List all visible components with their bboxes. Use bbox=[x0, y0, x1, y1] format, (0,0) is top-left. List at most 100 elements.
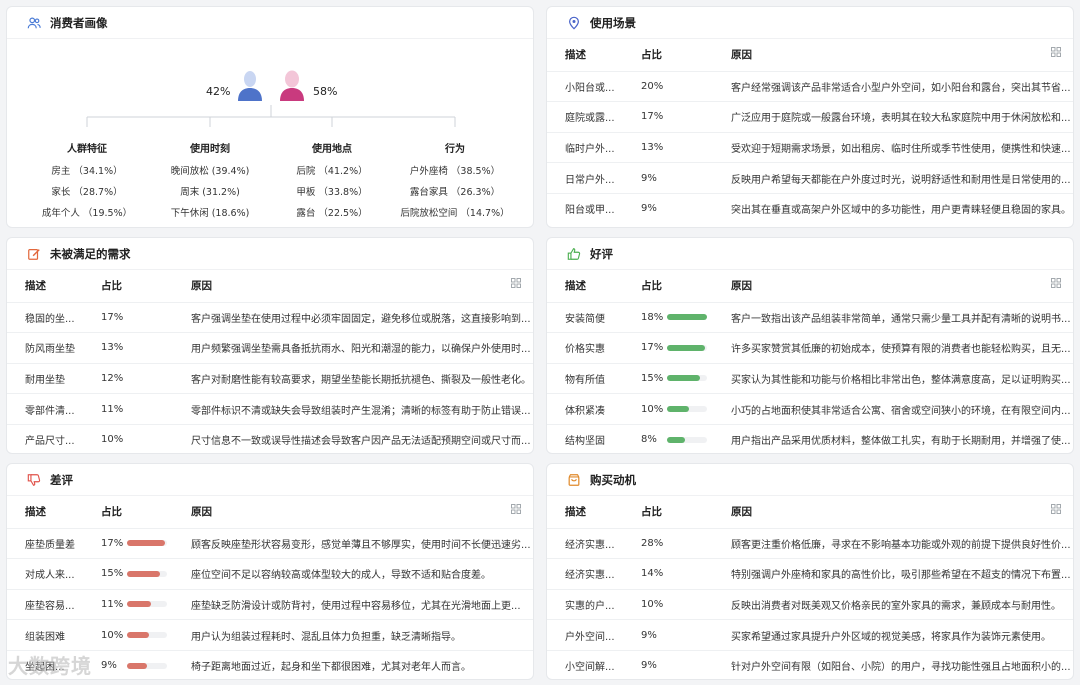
col-header-desc: 描述 bbox=[7, 496, 83, 529]
persona-group-demographics: 人群特征 房主 （34.1%） 家长 （28.7%） 成年个人 （19.5%） bbox=[22, 140, 152, 226]
ratio-bar bbox=[127, 632, 167, 639]
cell-ratio: 13% bbox=[83, 332, 173, 364]
cell-ratio: 20% bbox=[623, 71, 713, 103]
ratio-bar-fill bbox=[127, 570, 160, 577]
cell-desc: 体积紧凑 bbox=[547, 393, 623, 425]
group-item: 户外座椅 （38.5%） bbox=[409, 166, 501, 177]
cell-desc: 日常户外... bbox=[547, 162, 623, 194]
table-row: 产品尺寸... 10% 尺寸信息不一致或误导性描述会导致客户因产品无法适配预期空间或… bbox=[7, 424, 533, 453]
table-header-row: 描述 占比 原因 bbox=[7, 496, 533, 529]
group-item: 露台家具 （26.3%） bbox=[409, 187, 501, 198]
male-percentage: 42% bbox=[206, 85, 231, 98]
group-title: 行为 bbox=[445, 144, 465, 155]
cell-desc: 经济实惠... bbox=[547, 528, 623, 560]
unmet-needs-table: 描述 占比 原因 稳固的坐... 17% 客户强调坐垫在使用过程中必须牢固固定，避免… bbox=[7, 270, 533, 453]
ratio-bar bbox=[667, 344, 707, 351]
usage-scenarios-card: 使用场景 描述 占比 原因 小阳台或... 20% 客户经常强调该产品非常适合小型户… bbox=[546, 6, 1074, 228]
col-header-reason: 原因 bbox=[173, 496, 533, 529]
table-row: 组装困难 10% 用户认为组装过程耗时、混乱且体力负担重，缺乏清晰指导。 bbox=[7, 619, 533, 651]
grid-view-icon[interactable] bbox=[511, 504, 521, 515]
negative-reviews-card: 差评 描述 占比 原因 座垫质量差 17% 顾客反映座垫形状容易变形，感觉单薄且不够… bbox=[6, 463, 534, 680]
cell-ratio: 9% bbox=[83, 650, 173, 679]
purchase-motivation-header: 购买动机 bbox=[547, 464, 1073, 496]
cell-ratio: 8% bbox=[623, 424, 713, 453]
ratio-bar bbox=[667, 436, 707, 443]
cell-desc: 零部件清... bbox=[7, 393, 83, 425]
ratio-bar bbox=[127, 601, 167, 608]
ratio-bar bbox=[127, 662, 167, 669]
cell-desc: 临时户外... bbox=[547, 132, 623, 164]
cell-reason: 受欢迎于短期需求场景，如出租房、临时住所或季节性使用，便携性和快速... bbox=[713, 132, 1073, 164]
users-icon bbox=[27, 16, 41, 30]
grid-view-icon[interactable] bbox=[1051, 278, 1061, 289]
cell-reason: 座垫缺乏防滑设计或防背衬，使用过程中容易移位，尤其在光滑地面上更... bbox=[173, 589, 533, 621]
persona-group-usage-time: 使用时刻 晚间放松 (39.4%) 周末 (31.2%) 下午休闲 (18.6%… bbox=[145, 140, 275, 226]
table-row: 经济实惠... 14% 特别强调户外座椅和家具的高性价比，吸引那些希望在不超支的情况… bbox=[547, 558, 1073, 590]
negative-reviews-header: 差评 bbox=[7, 464, 533, 496]
grid-view-icon[interactable] bbox=[511, 278, 521, 289]
usage-scenarios-table: 描述 占比 原因 小阳台或... 20% 客户经常强调该产品非常适合小型户外空间，如… bbox=[547, 39, 1073, 224]
cell-reason: 许多买家赞赏其低廉的初始成本，使预算有限的消费者也能轻松购买，且无... bbox=[713, 332, 1073, 364]
cell-desc: 防风雨坐垫 bbox=[7, 332, 83, 364]
cell-reason: 顾客更注重价格低廉，寻求在不影响基本功能或外观的前提下提供良好性价... bbox=[713, 528, 1073, 560]
cell-desc: 户外空间... bbox=[547, 619, 623, 651]
ratio-bar-fill bbox=[667, 406, 689, 413]
ratio-bar-fill bbox=[667, 344, 705, 351]
table-header-row: 描述 占比 原因 bbox=[547, 270, 1073, 303]
ratio-value: 8% bbox=[641, 434, 657, 446]
table-header-row: 描述 占比 原因 bbox=[547, 39, 1073, 72]
ratio-bar-fill bbox=[667, 436, 685, 443]
ratio-bar-fill bbox=[667, 375, 700, 382]
table-row: 安装简便 18% 客户一致指出该产品组装非常简单，通常只需少量工具并配有清晰的说明书… bbox=[547, 302, 1073, 334]
cell-reason: 小巧的占地面积使其非常适合公寓、宿舍或空间狭小的环境，在有限空间内... bbox=[713, 393, 1073, 425]
cell-ratio: 11% bbox=[83, 393, 173, 425]
group-item: 周末 (31.2%) bbox=[180, 187, 240, 198]
cell-ratio: 17% bbox=[83, 528, 173, 560]
group-item: 房主 （34.1%） bbox=[51, 166, 123, 177]
col-header-ratio: 占比 bbox=[623, 496, 713, 529]
ratio-bar-fill bbox=[127, 632, 149, 639]
col-header-ratio: 占比 bbox=[623, 270, 713, 303]
cell-reason: 零部件标识不清或缺失会导致组装时产生混淆；清晰的标签有助于防止错误... bbox=[173, 393, 533, 425]
cell-reason: 顾客反映座垫形状容易变形，感觉单薄且不够厚实，使用时间不长便迅速劣... bbox=[173, 528, 533, 560]
table-row: 物有所值 15% 买家认为其性能和功能与价格相比非常出色，整体满意度高，足以证明购买… bbox=[547, 363, 1073, 395]
cell-reason: 座位空间不足以容纳较高或体型较大的成人，导致不适和贴合度差。 bbox=[173, 558, 533, 590]
cell-reason: 客户对耐磨性能有较高要求，期望坐垫能长期抵抗褪色、撕裂及一般性老化。 bbox=[173, 363, 533, 395]
ratio-bar bbox=[667, 375, 707, 382]
purchase-motivation-title: 购买动机 bbox=[590, 472, 636, 487]
table-row: 结构坚固 8% 用户指出产品采用优质材料，整体做工扎实，有助于长期耐用，并增强了使.… bbox=[547, 424, 1073, 453]
unmet-needs-card: 未被满足的需求 描述 占比 原因 稳固的坐... 17% 客户强调坐垫在使用过程中必… bbox=[6, 237, 534, 454]
ratio-value: 11% bbox=[101, 598, 124, 610]
cell-ratio: 9% bbox=[641, 203, 657, 215]
thumbs-up-icon bbox=[567, 247, 581, 261]
ratio-bar-fill bbox=[127, 662, 147, 669]
grid-view-icon[interactable] bbox=[1051, 504, 1061, 515]
cell-ratio: 9% bbox=[623, 619, 713, 651]
ratio-bar bbox=[127, 570, 167, 577]
cell-reason: 客户强调坐垫在使用过程中必须牢固固定，避免移位或脱落，这直接影响到... bbox=[173, 302, 533, 334]
cell-reason: 特别强调户外座椅和家具的高性价比，吸引那些希望在不超支的情况下布置... bbox=[713, 558, 1073, 590]
grid-view-icon[interactable] bbox=[1051, 47, 1061, 58]
cell-ratio: 10% bbox=[101, 434, 124, 446]
cell-desc: 实惠的户... bbox=[547, 589, 623, 621]
purchase-motivation-table: 描述 占比 原因 经济实惠... 28% 顾客更注重价格低廉，寻求在不影响基本功能或… bbox=[547, 496, 1073, 679]
ratio-value: 17% bbox=[641, 342, 664, 354]
usage-scenarios-header: 使用场景 bbox=[547, 7, 1073, 39]
col-header-ratio: 占比 bbox=[83, 496, 173, 529]
cell-reason: 买家认为其性能和功能与价格相比非常出色，整体满意度高，足以证明购买... bbox=[713, 363, 1073, 395]
location-pin-icon bbox=[567, 16, 581, 30]
negative-reviews-title: 差评 bbox=[50, 472, 73, 487]
col-header-desc: 描述 bbox=[547, 496, 623, 529]
ratio-bar bbox=[667, 314, 707, 321]
cell-desc: 阳台或甲... bbox=[565, 205, 615, 217]
col-header-desc: 描述 bbox=[547, 39, 623, 72]
persona-group-usage-location: 使用地点 后院 （41.2%） 甲板 （33.8%） 露台 （22.5%） bbox=[267, 140, 397, 226]
positive-reviews-card: 好评 描述 占比 原因 安装简便 18% 客户一致指出该产品组装非常简单，通常只需少… bbox=[546, 237, 1074, 454]
group-item: 后院 （41.2%） bbox=[296, 166, 368, 177]
cell-ratio: 18% bbox=[623, 302, 713, 334]
cell-desc: 价格实惠 bbox=[547, 332, 623, 364]
group-item: 后院放松空间 （14.7%） bbox=[400, 208, 510, 219]
cell-desc: 座垫质量差 bbox=[7, 528, 83, 560]
cell-reason: 广泛应用于庭院或一般露台环境，表明其在较大私家庭院中用于休闲放松和... bbox=[713, 101, 1073, 133]
cell-ratio: 14% bbox=[623, 558, 713, 590]
